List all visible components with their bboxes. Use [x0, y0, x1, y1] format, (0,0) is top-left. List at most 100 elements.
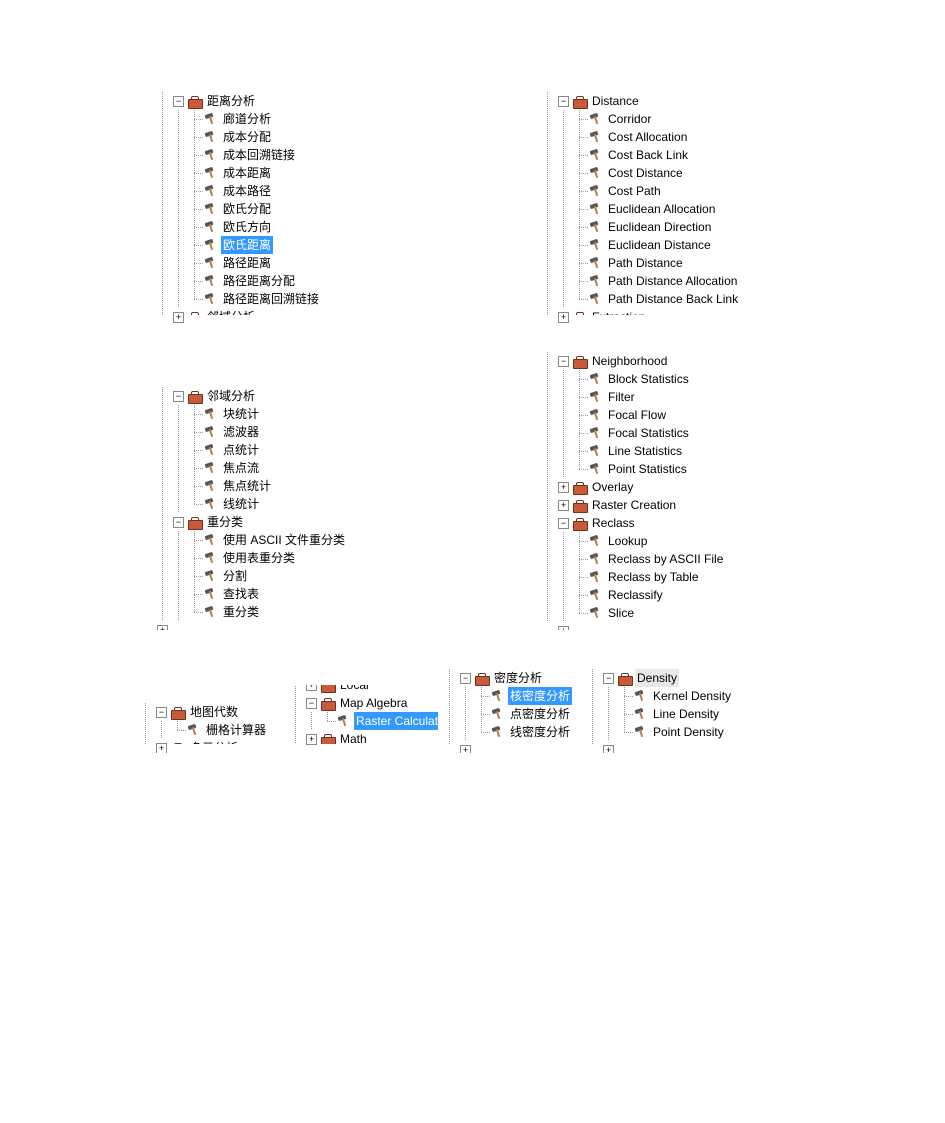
tool-cost-distance-en[interactable]: Cost Distance — [540, 164, 793, 182]
tool-label: 路径距离 — [221, 254, 273, 272]
tool-euclidean-distance-en[interactable]: Euclidean Distance — [540, 236, 793, 254]
tool-euclidean-distance-cn[interactable]: 欧氏距离 — [155, 236, 385, 254]
tool-focal-flow-en[interactable]: Focal Flow — [540, 406, 793, 424]
tool-path-distance-back-link-en[interactable]: Path Distance Back Link — [540, 290, 793, 308]
tool-path-distance-cn[interactable]: 路径距离 — [155, 254, 385, 272]
tool-path-distance-back-link-cn[interactable]: 路径距离回溯链接 — [155, 290, 385, 308]
toolbox-icon — [320, 685, 336, 692]
toolset-raster-creation-en[interactable]: +Raster Creation — [540, 496, 793, 514]
expand-icon[interactable]: + — [306, 734, 317, 745]
toolbox-icon — [170, 705, 186, 719]
tool-line-density-cn[interactable]: 线密度分析 — [442, 723, 582, 741]
hammer-icon — [203, 184, 219, 198]
tool-filter-en[interactable]: Filter — [540, 388, 793, 406]
tool-reclass-ascii-cn[interactable]: 使用 ASCII 文件重分类 — [155, 531, 385, 549]
tool-label: 欧氏距离 — [221, 236, 273, 254]
toolset-overlay-en[interactable]: +Overlay — [540, 478, 793, 496]
tool-reclass-table-en[interactable]: Reclass by Table — [540, 568, 793, 586]
hammer-icon — [203, 407, 219, 421]
tool-reclass-table-cn[interactable]: 使用表重分类 — [155, 549, 385, 567]
tool-slice-cn[interactable]: 分割 — [155, 567, 385, 585]
tool-slice-en[interactable]: Slice — [540, 604, 793, 622]
hammer-icon — [588, 202, 604, 216]
expand-icon[interactable]: + — [558, 312, 569, 323]
hammer-icon — [203, 497, 219, 511]
tool-filter-cn[interactable]: 滤波器 — [155, 423, 385, 441]
tool-point-density-en[interactable]: Point Density — [585, 723, 745, 741]
expand-icon[interactable]: + — [157, 625, 168, 631]
tool-cost-back-link-cn[interactable]: 成本回溯链接 — [155, 146, 385, 164]
tool-reclassify-cn[interactable]: 重分类 — [155, 603, 385, 621]
toolset-map-algebra-en[interactable]: −Map Algebra — [288, 694, 438, 712]
toolset-map-algebra-cn[interactable]: − 地图代数 — [138, 703, 283, 721]
toolset-label: 重分类 — [205, 513, 245, 531]
tool-corridor-en[interactable]: Corridor — [540, 110, 793, 128]
tool-corridor-cn[interactable]: 廊道分析 — [155, 110, 385, 128]
toolset-reclass-en[interactable]: −Reclass — [540, 514, 793, 532]
tool-point-stats-cn[interactable]: 点统计 — [155, 441, 385, 459]
hammer-icon — [588, 292, 604, 306]
tool-label: 成本距离 — [221, 164, 273, 182]
tool-lookup-cn[interactable]: 查找表 — [155, 585, 385, 603]
toolset-distance-en[interactable]: −Distance — [540, 92, 793, 110]
tool-point-density-cn[interactable]: 点密度分析 — [442, 705, 582, 723]
expand-icon[interactable]: + — [460, 745, 471, 754]
tool-cost-path-cn[interactable]: 成本路径 — [155, 182, 385, 200]
tool-cost-path-en[interactable]: Cost Path — [540, 182, 793, 200]
expand-icon[interactable]: + — [156, 743, 167, 754]
tool-euclidean-allocation-cn[interactable]: 欧氏分配 — [155, 200, 385, 218]
tool-focal-stats-en[interactable]: Focal Statistics — [540, 424, 793, 442]
collapse-icon[interactable]: − — [558, 96, 569, 107]
toolset-density-en[interactable]: −Density — [585, 669, 745, 687]
collapse-icon[interactable]: − — [173, 391, 184, 402]
hammer-icon — [588, 588, 604, 602]
toolset-neighborhood-cn[interactable]: −邻域分析 — [155, 387, 385, 405]
expand-icon[interactable]: + — [306, 685, 317, 691]
collapse-icon[interactable]: − — [460, 673, 471, 684]
tool-line-density-en[interactable]: Line Density — [585, 705, 745, 723]
tool-point-stats-en[interactable]: Point Statistics — [540, 460, 793, 478]
collapse-icon[interactable]: − — [603, 673, 614, 684]
collapse-icon[interactable]: − — [558, 518, 569, 529]
tool-path-distance-allocation-cn[interactable]: 路径距离分配 — [155, 272, 385, 290]
tool-reclassify-en[interactable]: Reclassify — [540, 586, 793, 604]
tool-kernel-density-cn[interactable]: 核密度分析 — [442, 687, 582, 705]
toolset-distance-cn[interactable]: − 距离分析 — [155, 92, 385, 110]
collapse-icon[interactable]: − — [173, 517, 184, 528]
tool-focal-stats-cn[interactable]: 焦点统计 — [155, 477, 385, 495]
collapse-icon[interactable]: − — [156, 707, 167, 718]
tool-reclass-ascii-en[interactable]: Reclass by ASCII File — [540, 550, 793, 568]
toolset-label: 地图代数 — [188, 703, 240, 721]
tool-cost-allocation-en[interactable]: Cost Allocation — [540, 128, 793, 146]
toolset-density-cn[interactable]: −密度分析 — [442, 669, 582, 687]
expand-icon[interactable]: + — [558, 626, 569, 631]
tool-focal-flow-cn[interactable]: 焦点流 — [155, 459, 385, 477]
tool-raster-calc-cn[interactable]: 栅格计算器 — [138, 721, 283, 739]
tool-raster-calc-en[interactable]: Raster Calculator — [288, 712, 438, 730]
tool-lookup-en[interactable]: Lookup — [540, 532, 793, 550]
tool-path-distance-allocation-en[interactable]: Path Distance Allocation — [540, 272, 793, 290]
collapse-icon[interactable]: − — [558, 356, 569, 367]
expand-icon[interactable]: + — [558, 482, 569, 493]
expand-icon[interactable]: + — [558, 500, 569, 511]
toolset-reclass-cn[interactable]: − 重分类 — [155, 513, 385, 531]
hammer-icon — [203, 292, 219, 306]
tool-cost-allocation-cn[interactable]: 成本分配 — [155, 128, 385, 146]
tool-cost-distance-cn[interactable]: 成本距离 — [155, 164, 385, 182]
tool-path-distance-en[interactable]: Path Distance — [540, 254, 793, 272]
toolset-neighborhood-en[interactable]: −Neighborhood — [540, 352, 793, 370]
collapse-icon[interactable]: − — [306, 698, 317, 709]
tool-cost-back-link-en[interactable]: Cost Back Link — [540, 146, 793, 164]
expand-icon[interactable]: + — [173, 312, 184, 323]
tool-line-stats-en[interactable]: Line Statistics — [540, 442, 793, 460]
expand-icon[interactable]: + — [603, 745, 614, 754]
tool-kernel-density-en[interactable]: Kernel Density — [585, 687, 745, 705]
tool-euclidean-direction-cn[interactable]: 欧氏方向 — [155, 218, 385, 236]
tool-block-stats-cn[interactable]: 块统计 — [155, 405, 385, 423]
tool-line-stats-cn[interactable]: 线统计 — [155, 495, 385, 513]
toolset-local-partial[interactable]: +Local — [288, 685, 438, 694]
tool-block-stats-en[interactable]: Block Statistics — [540, 370, 793, 388]
collapse-icon[interactable]: − — [173, 96, 184, 107]
tool-euclidean-allocation-en[interactable]: Euclidean Allocation — [540, 200, 793, 218]
tool-euclidean-direction-en[interactable]: Euclidean Direction — [540, 218, 793, 236]
